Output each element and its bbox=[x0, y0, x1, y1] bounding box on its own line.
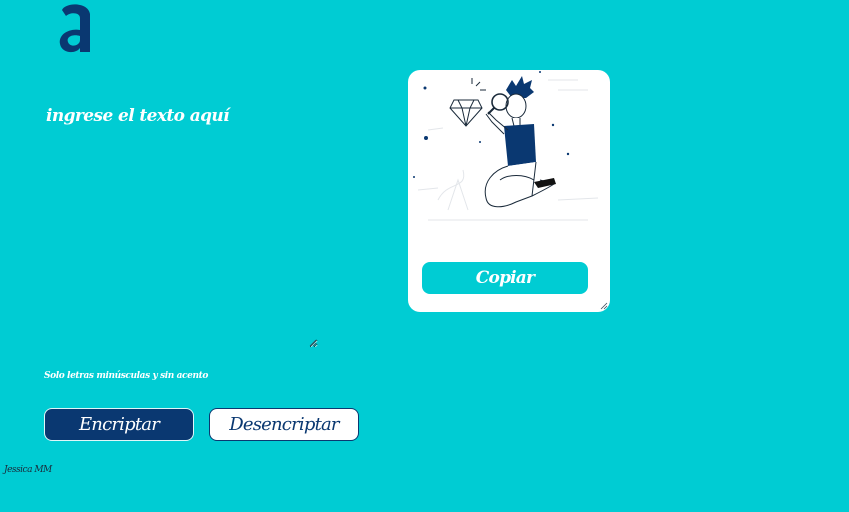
input-hint: Solo letras minúsculas y sin acento bbox=[44, 371, 208, 381]
copy-button[interactable]: Copiar bbox=[422, 262, 588, 294]
person-magnifying-glass-illustration bbox=[413, 71, 599, 221]
text-input[interactable] bbox=[42, 100, 318, 348]
encrypt-button[interactable]: Encriptar bbox=[44, 408, 194, 441]
resize-grip-icon[interactable] bbox=[600, 302, 608, 310]
author-credit: Jessica MM bbox=[4, 465, 52, 475]
resize-grip-icon[interactable] bbox=[309, 339, 317, 347]
page: Solo letras minúsculas y sin acento Encr… bbox=[0, 0, 849, 512]
decrypt-button[interactable]: Desencriptar bbox=[209, 408, 359, 441]
output-panel[interactable]: Copiar bbox=[408, 70, 610, 312]
alura-logo-icon bbox=[59, 4, 90, 53]
